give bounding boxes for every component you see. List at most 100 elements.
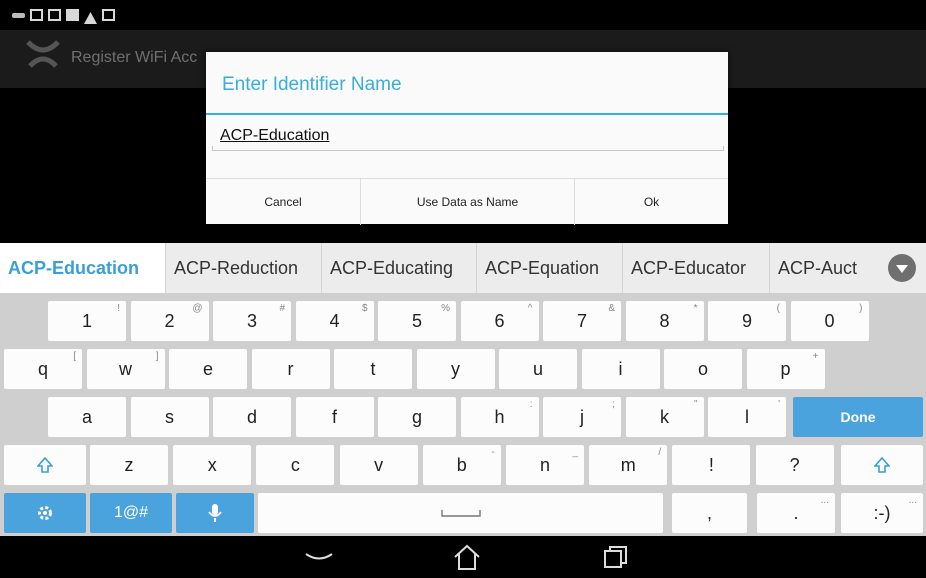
space-icon — [440, 510, 481, 517]
key-label: ? — [789, 454, 800, 475]
gallery-icon — [48, 9, 61, 21]
key[interactable]: b- — [422, 445, 501, 485]
key[interactable]: 3 # — [213, 301, 291, 341]
voice-input-key[interactable] — [176, 493, 254, 533]
comma-key[interactable]: , — [672, 493, 747, 533]
key-label: ! — [708, 454, 714, 475]
home-button[interactable] — [447, 541, 487, 573]
key-hint: - — [491, 447, 495, 458]
key-label: l — [745, 406, 749, 427]
sim-icon — [66, 9, 79, 21]
key-hint: ! — [117, 303, 120, 314]
period-key[interactable]: . ... — [757, 493, 835, 533]
key-hint: : — [529, 399, 533, 410]
identifier-name-input[interactable] — [218, 122, 726, 150]
more-hint: ... — [908, 495, 917, 506]
key[interactable]: c — [256, 445, 335, 485]
key[interactable]: 1! — [48, 301, 126, 341]
key-label: 6 — [494, 310, 505, 331]
key[interactable]: l ' — [708, 397, 786, 437]
key-hint: $ — [361, 303, 368, 314]
key-label: y — [451, 358, 460, 379]
key[interactable]: x — [173, 445, 252, 485]
recents-button[interactable] — [596, 541, 636, 573]
key[interactable]: r — [251, 349, 330, 389]
key[interactable]: 5% — [378, 301, 456, 341]
key-label: r — [287, 358, 294, 379]
key-label: w — [119, 358, 132, 379]
home-icon — [454, 544, 480, 570]
key[interactable]: d — [213, 397, 291, 437]
key-label: d — [246, 406, 257, 427]
key[interactable]: s — [130, 397, 209, 437]
key[interactable]: u — [499, 349, 577, 389]
key[interactable]: v — [339, 445, 418, 485]
key-label: h — [494, 406, 505, 427]
key[interactable]: 2 @ — [130, 301, 209, 341]
key[interactable]: z — [90, 445, 168, 485]
key-label: b — [456, 454, 467, 475]
key[interactable]: j; — [543, 397, 621, 437]
key[interactable]: e — [169, 349, 247, 389]
key-hint: ] — [155, 351, 159, 362]
microphone-icon — [208, 504, 222, 522]
shift-key-right[interactable] — [841, 445, 923, 485]
key[interactable]: q[ — [4, 349, 82, 389]
suggestion-item[interactable]: ACP-Educating — [322, 243, 477, 293]
key[interactable]: a — [48, 397, 126, 437]
key-hint: ' — [778, 399, 780, 410]
key-label: v — [374, 454, 384, 475]
suggestion-item[interactable]: ACP-Educator — [623, 243, 770, 293]
suggestion-item[interactable]: ACP-Reduction — [166, 243, 322, 293]
key[interactable]: 0) — [790, 301, 869, 341]
key[interactable]: k " — [625, 397, 704, 437]
key[interactable]: 9( — [708, 301, 786, 341]
key[interactable]: n _ — [506, 445, 584, 485]
key-hint: ; — [612, 399, 615, 410]
key[interactable]: y — [416, 349, 495, 389]
key-hint: % — [441, 303, 450, 314]
expand-suggestions-button[interactable] — [888, 254, 916, 282]
app-logo-icon — [24, 36, 62, 70]
gear-icon — [38, 506, 52, 520]
key[interactable]: w] — [86, 349, 165, 389]
key[interactable]: f — [295, 397, 374, 437]
key-hint: & — [608, 303, 615, 314]
cancel-button[interactable]: Cancel — [206, 179, 360, 225]
key-hint: ) — [859, 303, 863, 314]
key-label: i — [618, 358, 623, 379]
key[interactable]: ? — [755, 445, 834, 485]
key[interactable]: h: — [460, 397, 539, 437]
dialog-title: Enter Identifier Name — [222, 74, 402, 95]
smiley-key[interactable]: :-) ... — [841, 493, 923, 533]
suggestion-item[interactable]: ACP-Education — [0, 243, 166, 293]
shift-key-left[interactable] — [4, 445, 86, 485]
key[interactable]: t — [334, 349, 412, 389]
ok-button[interactable]: Ok — [574, 179, 728, 225]
key[interactable]: i — [581, 349, 660, 389]
key-label: c — [290, 454, 300, 475]
key-label: 4 — [329, 310, 340, 331]
key[interactable]: 4 $ — [295, 301, 374, 341]
key[interactable]: o — [664, 349, 742, 389]
key[interactable]: 7 & — [543, 301, 621, 341]
done-button[interactable]: Done — [793, 397, 923, 437]
symbols-key[interactable]: 1@# — [90, 493, 172, 533]
settings-key[interactable] — [4, 493, 86, 533]
use-data-as-name-button[interactable]: Use Data as Name — [360, 179, 574, 225]
suggestion-item[interactable]: ACP-Auct — [770, 243, 880, 293]
shift-icon — [874, 457, 890, 473]
key-hint: [ — [73, 351, 76, 362]
key[interactable]: 6 ^ — [460, 301, 539, 341]
space-bar[interactable] — [258, 493, 663, 533]
key-hint: ( — [776, 303, 780, 314]
key[interactable]: m / — [589, 445, 668, 485]
navigation-bar — [0, 536, 926, 578]
key[interactable]: ! — [672, 445, 751, 485]
key[interactable]: 8 * — [625, 301, 704, 341]
warning-icon — [84, 9, 97, 24]
key[interactable]: p + — [746, 349, 825, 389]
suggestion-item[interactable]: ACP-Equation — [477, 243, 623, 293]
back-button[interactable] — [299, 541, 339, 573]
key[interactable]: g — [378, 397, 456, 437]
